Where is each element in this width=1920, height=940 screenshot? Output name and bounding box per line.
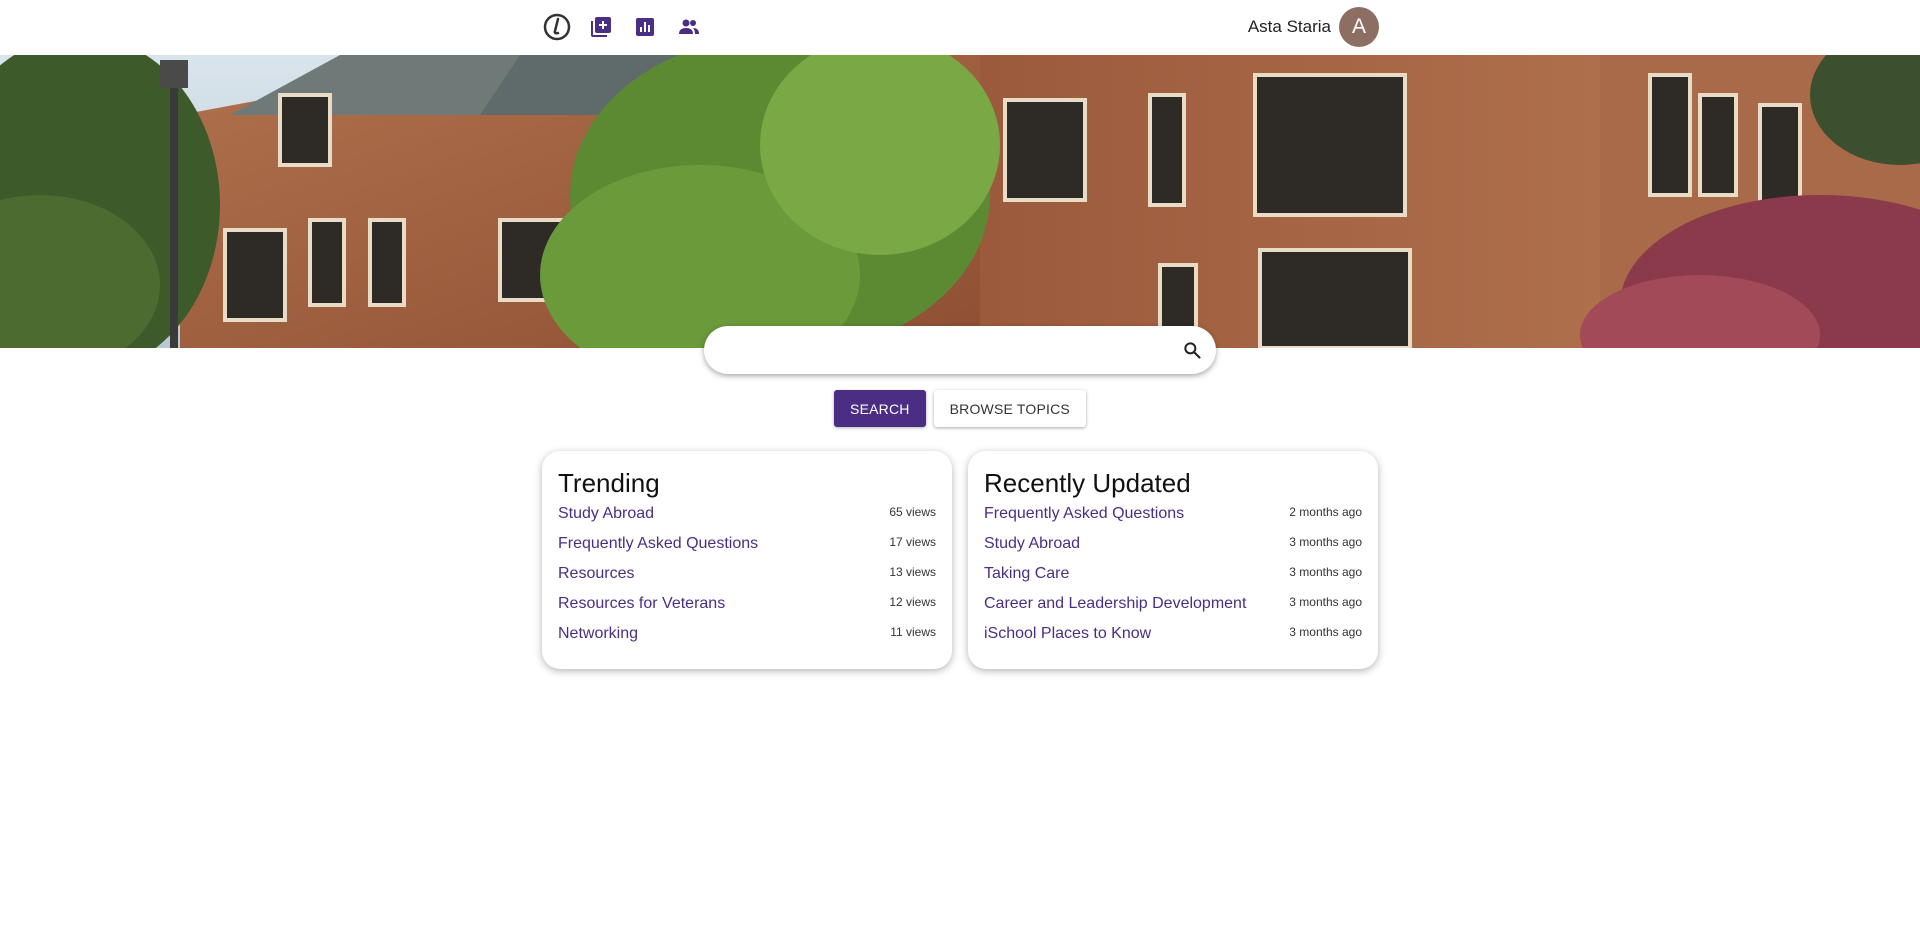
- search-actions: SEARCH BROWSE TOPICS: [0, 390, 1920, 427]
- list-item: Frequently Asked Questions 2 months ago: [984, 503, 1362, 533]
- list-item: Career and Leadership Development 3 mont…: [984, 593, 1362, 623]
- recent-link[interactable]: Career and Leadership Development: [984, 593, 1246, 615]
- trending-link[interactable]: Networking: [558, 623, 638, 645]
- view-count: 13 views: [889, 565, 936, 579]
- list-item: iSchool Places to Know 3 months ago: [984, 623, 1362, 653]
- recent-link[interactable]: Study Abroad: [984, 533, 1080, 555]
- browse-topics-button[interactable]: BROWSE TOPICS: [933, 390, 1086, 427]
- list-item: Study Abroad 3 months ago: [984, 533, 1362, 563]
- avatar[interactable]: A: [1339, 7, 1379, 47]
- view-count: 11 views: [890, 625, 936, 639]
- recent-link[interactable]: Frequently Asked Questions: [984, 503, 1184, 525]
- nav-icons: [542, 10, 704, 44]
- list-item: Resources 13 views: [558, 563, 936, 593]
- top-bar: Asta Staria A: [0, 0, 1920, 55]
- user-menu[interactable]: Asta Staria A: [1248, 7, 1379, 47]
- list-item: Frequently Asked Questions 17 views: [558, 533, 936, 563]
- trending-link[interactable]: Resources: [558, 563, 634, 585]
- hero-image: [0, 55, 1920, 348]
- analytics-icon[interactable]: [630, 10, 660, 44]
- hero-banner: [0, 55, 1920, 348]
- trending-link[interactable]: Study Abroad: [558, 503, 654, 525]
- people-icon[interactable]: [674, 10, 704, 44]
- trending-link[interactable]: Frequently Asked Questions: [558, 533, 758, 555]
- search-button[interactable]: SEARCH: [834, 390, 926, 427]
- trending-link[interactable]: Resources for Veterans: [558, 593, 725, 615]
- recent-link[interactable]: iSchool Places to Know: [984, 623, 1151, 645]
- view-count: 65 views: [889, 505, 936, 519]
- trending-list: Study Abroad 65 views Frequently Asked Q…: [558, 503, 936, 653]
- logo-icon[interactable]: [542, 10, 572, 44]
- recent-link[interactable]: Taking Care: [984, 563, 1069, 585]
- trending-title: Trending: [558, 468, 660, 498]
- list-item: Resources for Veterans 12 views: [558, 593, 936, 623]
- updated-time: 2 months ago: [1289, 505, 1362, 519]
- list-item: Study Abroad 65 views: [558, 503, 936, 533]
- search-icon[interactable]: [1168, 326, 1216, 374]
- search-box: [704, 326, 1216, 374]
- recently-updated-card: Recently Updated Frequently Asked Questi…: [968, 451, 1378, 669]
- updated-time: 3 months ago: [1289, 625, 1362, 639]
- user-name: Asta Staria: [1247, 17, 1331, 36]
- trending-card: Trending Study Abroad 65 views Frequentl…: [542, 451, 952, 669]
- updated-time: 3 months ago: [1289, 565, 1362, 579]
- add-page-icon[interactable]: [586, 10, 616, 44]
- view-count: 17 views: [889, 535, 936, 549]
- updated-time: 3 months ago: [1289, 535, 1362, 549]
- list-item: Networking 11 views: [558, 623, 936, 653]
- recently-updated-list: Frequently Asked Questions 2 months ago …: [984, 503, 1362, 653]
- list-item: Taking Care 3 months ago: [984, 563, 1362, 593]
- view-count: 12 views: [889, 595, 936, 609]
- updated-time: 3 months ago: [1289, 595, 1362, 609]
- search-input[interactable]: [704, 326, 1168, 374]
- recently-updated-title: Recently Updated: [984, 468, 1191, 498]
